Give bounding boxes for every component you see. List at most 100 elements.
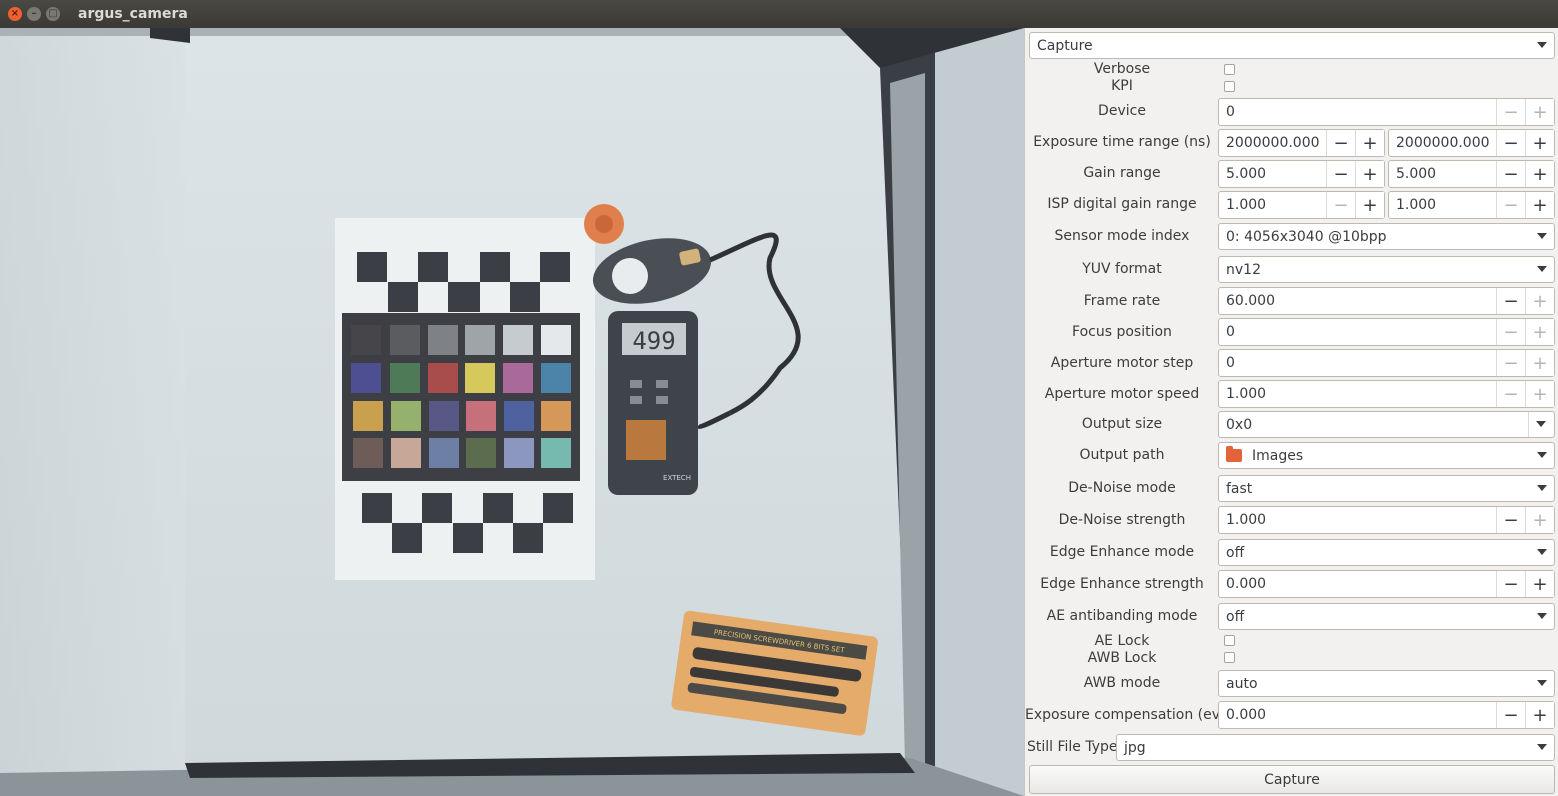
aperture-speed-value: 1.000 — [1226, 386, 1267, 402]
edge-strength-decrement-button[interactable]: − — [1496, 571, 1525, 597]
gain-min-decrement-button[interactable]: − — [1326, 161, 1355, 187]
exposure-min-decrement-button[interactable]: − — [1326, 130, 1355, 156]
gain-max-decrement-button[interactable]: − — [1496, 161, 1525, 187]
module-select-value: Capture — [1037, 37, 1093, 54]
exposure-min-value: 2000000.000 — [1226, 135, 1320, 151]
gain-max-spinbox[interactable]: 5.000 − + — [1388, 160, 1555, 188]
chevron-down-icon — [1536, 421, 1546, 427]
aperture-step-value: 0 — [1226, 355, 1235, 371]
focus-position-label: Focus position — [1072, 324, 1172, 340]
awb-lock-label: AWB Lock — [1087, 650, 1157, 666]
awb-lock-checkbox[interactable] — [1224, 652, 1235, 663]
focus-position-decrement-button[interactable]: − — [1496, 319, 1525, 345]
exposure-comp-spinbox[interactable]: 0.000 − + — [1218, 701, 1555, 729]
frame-rate-increment-button[interactable]: + — [1525, 288, 1554, 314]
minimize-window-button[interactable]: – — [27, 7, 41, 21]
ae-lock-checkbox[interactable] — [1224, 635, 1235, 646]
chevron-down-icon — [1537, 744, 1547, 750]
aperture-step-increment-button[interactable]: + — [1525, 350, 1554, 376]
exposure-min-increment-button[interactable]: + — [1355, 130, 1384, 156]
frame-rate-spinbox[interactable]: 60.000 − + — [1218, 287, 1555, 315]
edge-strength-increment-button[interactable]: + — [1525, 571, 1554, 597]
gain-max-increment-button[interactable]: + — [1525, 161, 1554, 187]
exposure-min-spinbox[interactable]: 2000000.000 − + — [1218, 129, 1385, 157]
device-decrement-button[interactable]: − — [1496, 99, 1525, 125]
gain-range-label: Gain range — [1083, 165, 1161, 181]
isp-gain-min-decrement-button[interactable]: − — [1326, 192, 1355, 218]
ae-lock-label: AE Lock — [1094, 633, 1150, 649]
isp-gain-min-increment-button[interactable]: + — [1355, 192, 1384, 218]
output-path-label: Output path — [1079, 447, 1165, 463]
denoise-strength-spinbox[interactable]: 1.000 − + — [1218, 506, 1555, 534]
exposure-max-spinbox[interactable]: 2000000.000 − + — [1388, 129, 1555, 157]
ae-antibanding-select[interactable]: off — [1218, 603, 1555, 630]
chevron-down-icon — [1537, 485, 1547, 491]
denoise-mode-label: De-Noise mode — [1068, 480, 1176, 496]
isp-gain-range-label: ISP digital gain range — [1047, 196, 1197, 212]
maximize-icon: □ — [48, 8, 58, 19]
gain-max-value: 5.000 — [1396, 166, 1437, 182]
kpi-checkbox[interactable] — [1224, 81, 1235, 92]
exposure-comp-value: 0.000 — [1226, 707, 1267, 723]
still-file-type-select[interactable]: jpg — [1116, 734, 1555, 761]
chevron-down-icon — [1537, 42, 1547, 48]
edge-mode-value: off — [1226, 544, 1245, 561]
edge-strength-label: Edge Enhance strength — [1040, 576, 1204, 592]
yuv-format-label: YUV format — [1082, 261, 1162, 277]
aperture-step-spinbox[interactable]: 0 − + — [1218, 349, 1555, 377]
device-value: 0 — [1226, 104, 1235, 120]
still-file-type-label: Still File Type — [1027, 739, 1118, 755]
ae-antibanding-value: off — [1226, 608, 1245, 625]
edge-mode-select[interactable]: off — [1218, 539, 1555, 566]
frame-rate-value: 60.000 — [1226, 293, 1275, 309]
edge-strength-spinbox[interactable]: 0.000 − + — [1218, 570, 1555, 598]
aperture-speed-increment-button[interactable]: + — [1525, 381, 1554, 407]
kpi-label: KPI — [1111, 78, 1133, 94]
capture-button[interactable]: Capture — [1029, 765, 1555, 794]
control-panel: Capture Verbose KPI Device 0 − + Exposur… — [1024, 28, 1558, 796]
isp-gain-max-increment-button[interactable]: + — [1525, 192, 1554, 218]
chevron-down-icon — [1537, 233, 1547, 239]
focus-position-increment-button[interactable]: + — [1525, 319, 1554, 345]
isp-gain-min-spinbox[interactable]: 1.000 − + — [1218, 191, 1385, 219]
isp-gain-max-value: 1.000 — [1396, 197, 1437, 213]
aperture-step-label: Aperture motor step — [1050, 355, 1194, 371]
close-window-button[interactable]: × — [8, 7, 22, 21]
denoise-mode-select[interactable]: fast — [1218, 475, 1555, 502]
focus-position-spinbox[interactable]: 0 − + — [1218, 318, 1555, 346]
frame-rate-decrement-button[interactable]: − — [1496, 288, 1525, 314]
output-path-select[interactable]: Images — [1218, 442, 1555, 469]
minimize-icon: – — [31, 8, 37, 19]
denoise-strength-label: De-Noise strength — [1058, 512, 1186, 528]
aperture-step-decrement-button[interactable]: − — [1496, 350, 1525, 376]
yuv-format-select[interactable]: nv12 — [1218, 256, 1555, 283]
aperture-speed-spinbox[interactable]: 1.000 − + — [1218, 380, 1555, 408]
chevron-down-icon — [1537, 452, 1547, 458]
denoise-strength-decrement-button[interactable]: − — [1496, 507, 1525, 533]
gain-min-spinbox[interactable]: 5.000 − + — [1218, 160, 1385, 188]
chevron-down-icon — [1537, 680, 1547, 686]
aperture-speed-decrement-button[interactable]: − — [1496, 381, 1525, 407]
output-size-dropdown-button[interactable] — [1528, 412, 1554, 437]
aperture-speed-label: Aperture motor speed — [1044, 386, 1200, 402]
device-label: Device — [1098, 103, 1146, 119]
verbose-checkbox[interactable] — [1224, 64, 1235, 75]
isp-gain-max-decrement-button[interactable]: − — [1496, 192, 1525, 218]
denoise-mode-value: fast — [1226, 480, 1253, 497]
denoise-strength-increment-button[interactable]: + — [1525, 507, 1554, 533]
exposure-max-increment-button[interactable]: + — [1525, 130, 1554, 156]
device-spinbox[interactable]: 0 − + — [1218, 98, 1555, 126]
awb-mode-value: auto — [1226, 675, 1258, 692]
exposure-comp-increment-button[interactable]: + — [1525, 702, 1554, 728]
awb-mode-select[interactable]: auto — [1218, 670, 1555, 697]
maximize-window-button[interactable]: □ — [46, 7, 60, 21]
gain-min-increment-button[interactable]: + — [1355, 161, 1384, 187]
device-increment-button[interactable]: + — [1525, 99, 1554, 125]
exposure-max-decrement-button[interactable]: − — [1496, 130, 1525, 156]
sensor-mode-select[interactable]: 0: 4056x3040 @10bpp — [1218, 223, 1555, 250]
output-size-combobox[interactable]: 0x0 — [1218, 411, 1555, 438]
chevron-down-icon — [1537, 266, 1547, 272]
isp-gain-max-spinbox[interactable]: 1.000 − + — [1388, 191, 1555, 219]
module-select[interactable]: Capture — [1029, 32, 1555, 59]
exposure-comp-decrement-button[interactable]: − — [1496, 702, 1525, 728]
